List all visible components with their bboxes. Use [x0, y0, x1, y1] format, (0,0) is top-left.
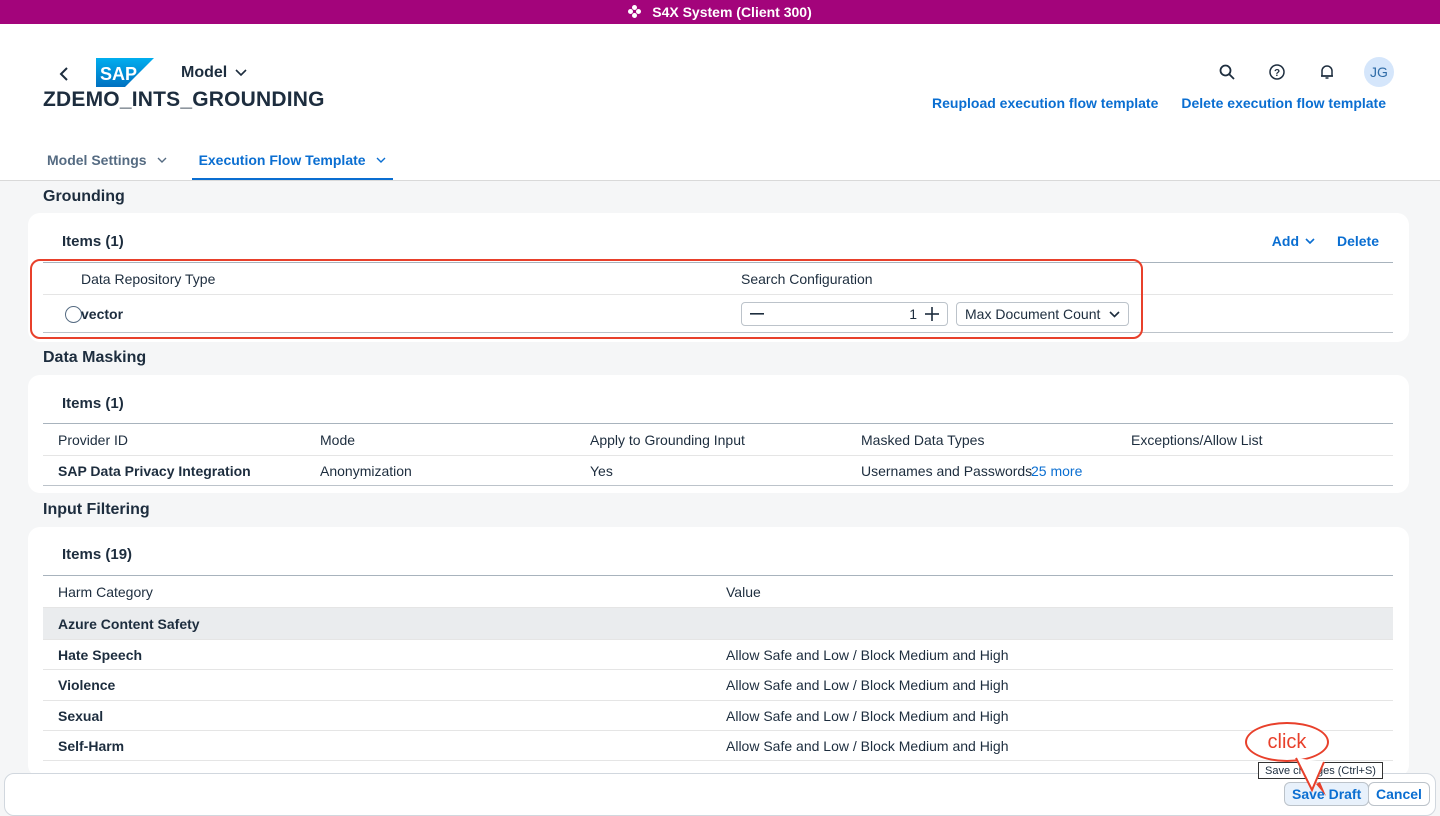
highlight-box — [30, 259, 1143, 339]
input-filtering-card: Items (19) Harm Category Value Azure Con… — [28, 527, 1409, 777]
harm-category: Self-Harm — [58, 737, 125, 754]
tab-label: Execution Flow Template — [198, 152, 366, 168]
input-filtering-section-title: Input Filtering — [43, 501, 150, 518]
svg-text:SAP: SAP — [100, 64, 137, 84]
avatar[interactable]: JG — [1364, 57, 1394, 87]
column-header: Masked Data Types — [861, 431, 985, 448]
harm-value: Allow Safe and Low / Block Medium and Hi… — [726, 707, 1009, 724]
table-row: SAP Data Privacy Integration Anonymizati… — [43, 455, 1393, 486]
group-label: Azure Content Safety — [58, 615, 200, 632]
tab-label: Model Settings — [47, 152, 147, 168]
harm-category: Hate Speech — [58, 646, 143, 663]
harm-category: Violence — [58, 677, 116, 693]
cancel-button[interactable]: Cancel — [1368, 782, 1430, 806]
more-link[interactable]: 25 more — [1031, 463, 1082, 479]
masked-data-types: Usernames and Passwords — [861, 462, 1033, 479]
object-title: ZDEMO_INTS_GROUNDING — [43, 88, 325, 111]
reupload-template-link[interactable]: Reupload execution flow template — [932, 95, 1158, 111]
column-header: Exceptions/Allow List — [1131, 431, 1263, 448]
harm-value: Allow Safe and Low / Block Medium and Hi… — [726, 737, 1009, 754]
column-header: Provider ID — [58, 431, 129, 448]
add-button[interactable]: Add — [1272, 233, 1315, 249]
column-header: Harm Category — [58, 583, 153, 600]
shell-header: SAP Model ? JG ZDEMO_INTS_GROUNDING Reup… — [0, 24, 1440, 181]
table-header-row: Harm Category Value — [43, 575, 1393, 607]
harm-value: Allow Safe and Low / Block Medium and Hi… — [726, 677, 1009, 693]
data-masking-section-title: Data Masking — [43, 349, 147, 366]
system-bar: S4X System (Client 300) — [0, 0, 1440, 24]
table-row: Sexual Allow Safe and Low / Block Medium… — [43, 700, 1393, 730]
column-header: Value — [726, 583, 761, 600]
harm-category: Sexual — [58, 707, 104, 724]
data-masking-card: Items (1) Provider ID Mode Apply to Grou… — [28, 375, 1409, 493]
harm-value: Allow Safe and Low / Block Medium and Hi… — [726, 646, 1009, 663]
search-icon[interactable] — [1212, 57, 1242, 87]
chevron-down-icon — [235, 69, 247, 77]
callout-arrow — [1295, 757, 1326, 796]
app-title: Model — [181, 64, 228, 81]
delete-template-link[interactable]: Delete execution flow template — [1181, 95, 1386, 111]
table-row: Self-Harm Allow Safe and Low / Block Med… — [43, 730, 1393, 761]
delete-button[interactable]: Delete — [1337, 233, 1379, 249]
table-header-row: Provider ID Mode Apply to Grounding Inpu… — [43, 423, 1393, 455]
data-masking-items-title: Items (1) — [62, 395, 124, 412]
bell-icon[interactable] — [1312, 57, 1342, 87]
add-label: Add — [1271, 233, 1299, 249]
apply-to-grounding: Yes — [590, 462, 613, 479]
table-row: Violence Allow Safe and Low / Block Medi… — [43, 669, 1393, 700]
system-icon — [628, 5, 642, 19]
system-title: S4X System (Client 300) — [652, 4, 812, 20]
tab-execution-flow-template[interactable]: Execution Flow Template — [191, 152, 393, 180]
help-icon[interactable]: ? — [1262, 57, 1292, 87]
chevron-down-icon — [376, 157, 386, 163]
column-header: Apply to Grounding Input — [590, 431, 745, 448]
chevron-down-icon — [1305, 238, 1315, 244]
provider-id: SAP Data Privacy Integration — [58, 462, 251, 479]
tab-model-settings[interactable]: Model Settings — [47, 152, 167, 180]
back-icon[interactable] — [54, 64, 74, 84]
column-header: Mode — [320, 431, 356, 448]
grounding-section-title: Grounding — [43, 188, 125, 205]
input-filtering-items-title: Items (19) — [62, 546, 133, 563]
chevron-down-icon — [157, 157, 167, 163]
app-title-menu[interactable]: Model — [181, 64, 247, 82]
mode: Anonymization — [320, 462, 412, 479]
footer-toolbar — [4, 773, 1436, 816]
svg-text:?: ? — [1274, 68, 1280, 79]
group-row: Azure Content Safety — [43, 607, 1393, 639]
sap-logo[interactable]: SAP — [96, 58, 154, 87]
table-row: Hate Speech Allow Safe and Low / Block M… — [43, 639, 1393, 669]
grounding-items-title: Items (1) — [62, 233, 124, 250]
